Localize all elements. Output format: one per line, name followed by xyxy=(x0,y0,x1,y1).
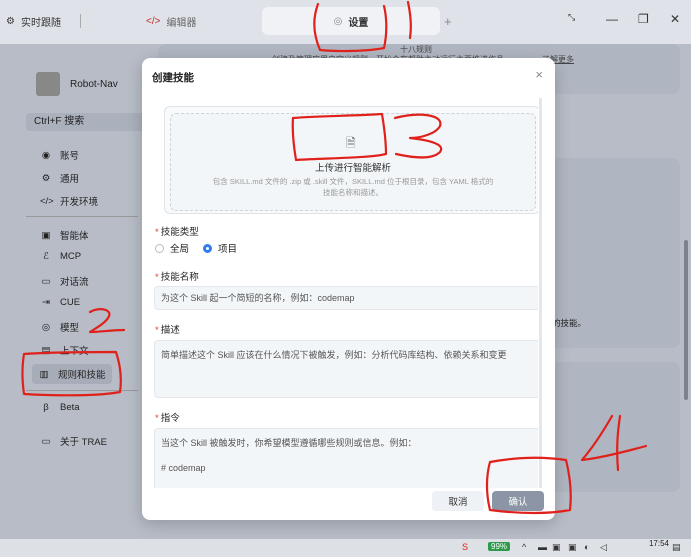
sidebar-item-context[interactable]: ▤ 上下文 xyxy=(40,343,89,358)
description-textarea[interactable]: 简单描述这个 Skill 应该在什么情况下被触发，例如：分析代码库结构、依赖关系… xyxy=(154,340,538,398)
settings-icon: ◎ xyxy=(333,15,343,27)
upload-file-icon: 🗎 xyxy=(346,136,356,150)
upload-dropzone[interactable]: 🗎 上传进行智能解析 包含 SKILL.md 文件的 .zip 或 .skill… xyxy=(170,113,536,211)
chevron-up-icon[interactable]: ^ xyxy=(522,542,526,552)
search-input[interactable]: Ctrl+F 搜索 xyxy=(26,113,146,131)
upload-area[interactable]: 🗎 上传进行智能解析 包含 SKILL.md 文件的 .zip 或 .skill… xyxy=(164,106,538,214)
tab-divider xyxy=(80,14,81,28)
skill-type-label: * 技能类型 xyxy=(155,227,199,238)
beta-icon: β xyxy=(43,402,49,413)
sidebar-item-account[interactable]: ◉ 账号 xyxy=(40,148,79,163)
sidebar-item-about[interactable]: ▭ 关于 TRAE xyxy=(40,434,107,449)
radio-project-dot[interactable] xyxy=(203,243,213,253)
sidebar-item-beta[interactable]: β Beta xyxy=(40,402,79,413)
confirm-button[interactable]: 确认 xyxy=(492,491,544,511)
tray-app-icon[interactable]: ▣ xyxy=(568,542,577,553)
sidebar-item-chat-flow[interactable]: ▭ 对话流 xyxy=(40,274,89,289)
sidebar-item-cue[interactable]: ⇥ CUE xyxy=(40,297,80,308)
gear-icon: ⚙ xyxy=(41,172,51,184)
sidebar-item-general[interactable]: ⚙ 通用 xyxy=(40,171,79,186)
cancel-button[interactable]: 取消 xyxy=(432,491,484,511)
tab-settings-label: 设置 xyxy=(348,17,369,29)
instructions-label: * 指令 xyxy=(155,413,180,424)
tab-realtime-label: 实时跟随 xyxy=(20,17,61,29)
maximize-icon[interactable]: ❐ xyxy=(638,12,649,26)
tab-editor[interactable]: </> 编辑器 xyxy=(146,7,196,35)
sidebar-divider xyxy=(26,216,138,217)
dialog-title: 创建技能 xyxy=(152,72,194,84)
sidebar-item-agent[interactable]: ▣ 智能体 xyxy=(40,228,89,243)
bg-skills-text: 的技能。 xyxy=(552,318,587,328)
sidebar-item-rules-skills[interactable]: ▥ 规则和技能 xyxy=(32,364,112,384)
clock[interactable]: 17:54 xyxy=(649,540,669,548)
dialog-body: 🗎 上传进行智能解析 包含 SKILL.md 文件的 .zip 或 .skill… xyxy=(152,98,538,488)
profile-name: Robot-Nav xyxy=(70,78,118,90)
battery-indicator[interactable]: 99% xyxy=(488,542,511,551)
skill-name-label: * 技能名称 xyxy=(155,272,199,283)
profile[interactable]: Robot-Nav xyxy=(36,72,118,96)
description-label: * 描述 xyxy=(155,325,180,336)
dialog-scrollbar[interactable] xyxy=(539,98,542,488)
upload-title: 上传进行智能解析 xyxy=(314,163,391,174)
instructions-placeholder-line-2: # codemap xyxy=(161,463,206,473)
tab-editor-label: 编辑器 xyxy=(166,17,197,29)
tab-bar: ⚙ 实时跟随 </> 编辑器 ◎ 设置 + ⤡ — ❐ ✕ xyxy=(0,0,691,44)
collapse-icon[interactable]: ⤡ xyxy=(568,12,575,23)
instructions-textarea[interactable]: 当这个 Skill 被触发时，你希望模型遵循哪些规则或信息。例如： # code… xyxy=(154,428,538,488)
create-skill-dialog: 创建技能 × 🗎 上传进行智能解析 包含 SKILL.md 文件的 .zip 或… xyxy=(142,58,555,520)
chat-icon: ▭ xyxy=(41,275,51,287)
bg-card-lower xyxy=(548,362,680,492)
radio-global[interactable]: 全局 xyxy=(155,241,189,255)
code-icon: </> xyxy=(146,15,161,27)
minimize-icon[interactable]: — xyxy=(606,12,618,26)
instructions-placeholder-line-1: 当这个 Skill 被触发时，你希望模型遵循哪些规则或信息。例如： xyxy=(161,438,417,448)
notification-icon[interactable]: ▤ xyxy=(672,542,681,553)
avatar xyxy=(36,72,60,96)
tab-settings[interactable]: ◎ 设置 xyxy=(262,7,440,35)
sidebar-divider xyxy=(26,390,138,391)
tray-app-icon[interactable]: ▣ xyxy=(552,542,561,553)
tray-app-icon[interactable]: ◐ xyxy=(584,542,589,552)
agent-icon: ▣ xyxy=(41,229,51,241)
volume-icon[interactable]: ◁ xyxy=(600,542,607,553)
radio-project[interactable]: 项目 xyxy=(203,241,237,255)
network-icon[interactable]: ▬ xyxy=(538,542,547,552)
tab-realtime[interactable]: ⚙ 实时跟随 xyxy=(6,7,61,35)
skill-name-input[interactable]: 为这个 Skill 起一个简短的名称，例如：codemap xyxy=(154,286,538,310)
upload-description: 包含 SKILL.md 文件的 .zip 或 .skill 文件，SKILL.m… xyxy=(212,177,494,197)
new-tab-button[interactable]: + xyxy=(444,7,452,35)
rules-icon: ▥ xyxy=(39,368,49,380)
cue-icon: ⇥ xyxy=(42,297,50,308)
taskbar: S 99% ^ ▬ ▣ ▣ ◐ ◁ 17:54 ▤ xyxy=(0,539,691,557)
sidebar-item-mcp[interactable]: ℰ MCP xyxy=(40,251,81,262)
context-icon: ▤ xyxy=(41,344,51,356)
close-icon[interactable]: × xyxy=(535,67,543,82)
skill-type-radio-group: 全局 项目 xyxy=(155,241,237,255)
info-icon: ▭ xyxy=(41,435,51,447)
mcp-icon: ℰ xyxy=(43,251,49,262)
sidebar-item-model[interactable]: ◎ 模型 xyxy=(40,320,79,335)
close-window-icon[interactable]: ✕ xyxy=(670,12,680,26)
app-tray-icon[interactable]: S xyxy=(462,542,468,552)
radio-global-dot[interactable] xyxy=(155,243,164,253)
code-icon: </> xyxy=(40,195,54,207)
user-icon: ◉ xyxy=(41,149,51,161)
realtime-icon: ⚙ xyxy=(6,15,15,27)
page-scrollbar[interactable] xyxy=(684,240,688,400)
sidebar-item-dev-env[interactable]: </> 开发环境 xyxy=(40,194,98,209)
model-icon: ◎ xyxy=(41,321,51,333)
